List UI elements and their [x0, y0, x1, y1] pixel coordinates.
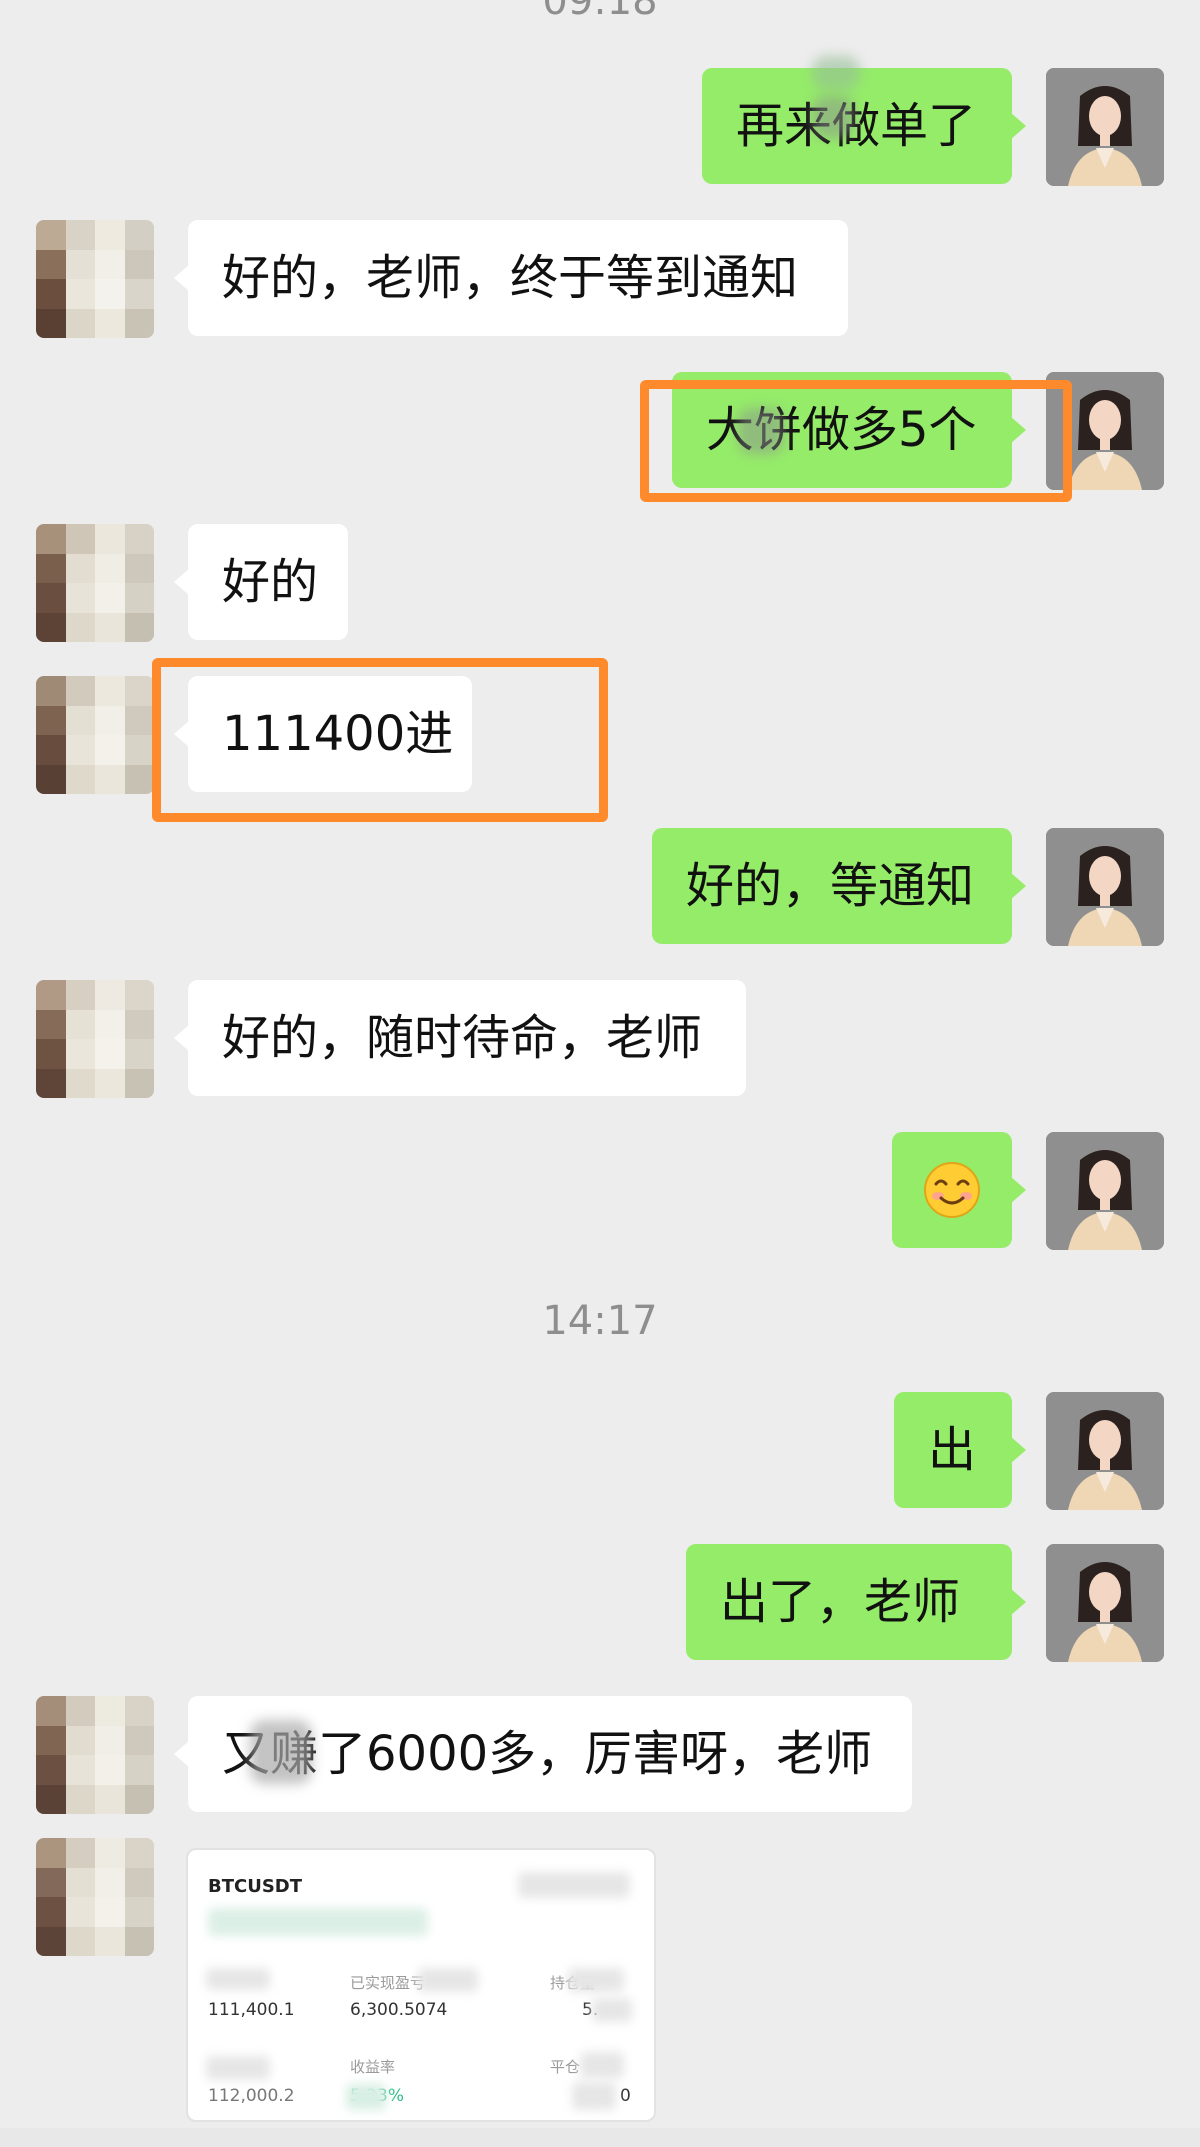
self-avatar[interactable]: [1046, 1544, 1164, 1662]
woman-avatar-icon: [1046, 1132, 1164, 1250]
trade-symbol: BTCUSDT: [208, 1876, 303, 1897]
redaction-blur: [206, 1968, 270, 1990]
redaction-blur: [592, 1998, 632, 2022]
redaction-blur: [580, 2052, 624, 2078]
timestamp: 14:17: [542, 1298, 658, 1344]
redaction-blur: [418, 1968, 478, 1992]
self-avatar[interactable]: [1046, 1132, 1164, 1250]
woman-avatar-icon: [1046, 1544, 1164, 1662]
message-bubble-self[interactable]: 出了，老师: [686, 1544, 1026, 1660]
redaction-blur: [568, 1968, 624, 1992]
redaction-blur: [812, 96, 854, 138]
smiling-face-emoji-icon: [924, 1162, 980, 1218]
contact-avatar[interactable]: [36, 1838, 154, 1956]
redaction-blur: [518, 1872, 630, 1898]
realized-pnl-value: 6,300.5074: [350, 2000, 448, 2020]
redaction-blur: [206, 2056, 270, 2080]
contact-avatar[interactable]: [36, 524, 154, 642]
self-avatar[interactable]: [1046, 1392, 1164, 1510]
pixelated-avatar-icon: [36, 1838, 154, 1956]
contact-avatar[interactable]: [36, 676, 154, 794]
self-avatar[interactable]: [1046, 68, 1164, 186]
redaction-blur: [250, 1720, 312, 1784]
message-bubble-self[interactable]: 好的，等通知: [652, 828, 1026, 944]
pixelated-avatar-icon: [36, 980, 154, 1098]
contact-avatar[interactable]: [36, 980, 154, 1098]
redaction-blur: [812, 56, 860, 90]
return-rate-label: 收益率: [350, 2058, 396, 2076]
highlight-box: [640, 380, 1072, 502]
message-bubble-contact[interactable]: 好的，随时待命，老师: [174, 980, 746, 1096]
pixelated-avatar-icon: [36, 220, 154, 338]
redaction-blur: [572, 2082, 616, 2110]
realized-pnl-label: 已实现盈亏: [350, 1974, 426, 1992]
self-avatar[interactable]: [1046, 828, 1164, 946]
highlight-box: [152, 658, 608, 822]
woman-avatar-icon: [1046, 68, 1164, 186]
pixelated-avatar-icon: [36, 1696, 154, 1814]
bottom-edge: [0, 2128, 1200, 2147]
timestamp: 09:18: [542, 0, 658, 24]
exit-price: 112,000.2: [208, 2086, 295, 2106]
close-label: 平仓: [550, 2058, 581, 2076]
contact-avatar[interactable]: [36, 220, 154, 338]
contact-avatar[interactable]: [36, 1696, 154, 1814]
pixelated-avatar-icon: [36, 676, 154, 794]
redaction-blur: [346, 2084, 386, 2110]
entry-price: 111,400.1: [208, 2000, 295, 2020]
message-bubble-self-emoji[interactable]: [892, 1132, 1026, 1248]
message-bubble-contact[interactable]: 好的: [174, 524, 348, 640]
close-value: 0: [620, 2086, 631, 2106]
message-bubble-self[interactable]: 出: [894, 1392, 1026, 1508]
redaction-blur: [208, 1908, 428, 1936]
woman-avatar-icon: [1046, 828, 1164, 946]
message-bubble-contact[interactable]: 好的，老师，终于等到通知: [174, 220, 848, 336]
trade-screenshot-card[interactable]: BTCUSDT 111,400.1 已实现盈亏 6,300.5074 持仓量 5…: [186, 1848, 656, 2122]
woman-avatar-icon: [1046, 1392, 1164, 1510]
pixelated-avatar-icon: [36, 524, 154, 642]
message-bubble-self[interactable]: 再来做单了: [702, 68, 1026, 184]
